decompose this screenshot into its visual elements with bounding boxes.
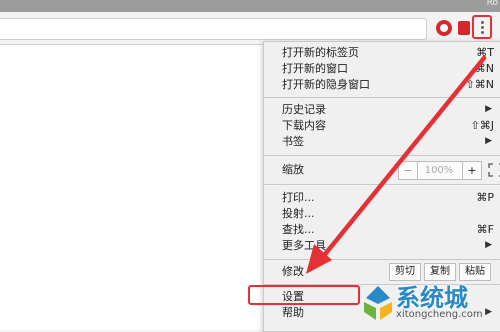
watermark-name: 系统城 xyxy=(396,284,468,312)
watermark-url: xitongcheng.com xyxy=(396,309,483,320)
watermark-logo-icon xyxy=(364,286,392,320)
watermark: 系统城 xitongcheng.com xyxy=(360,278,500,330)
